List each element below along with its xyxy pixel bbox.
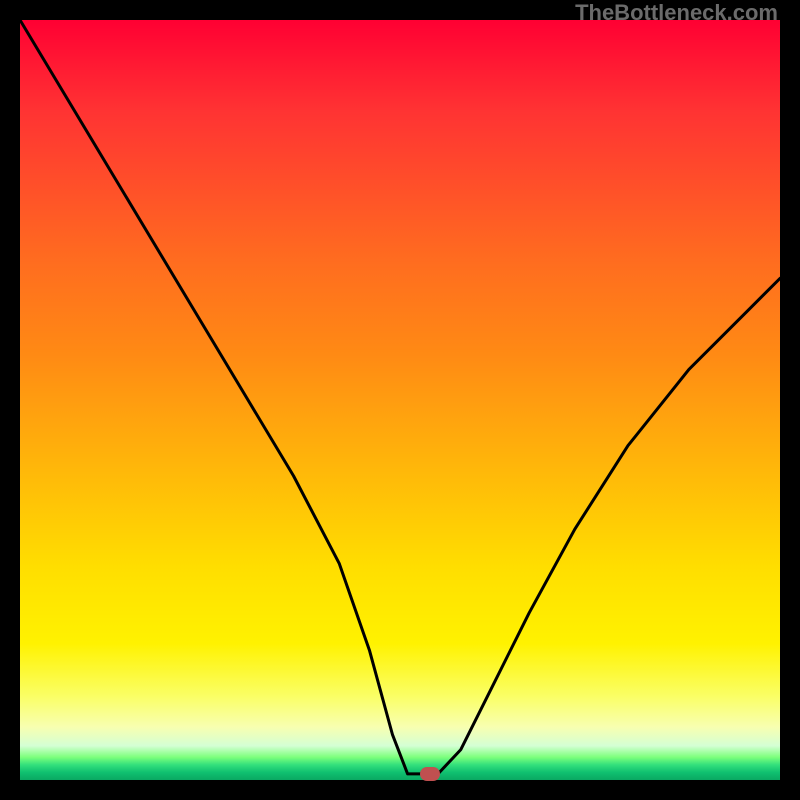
plot-area [20, 20, 780, 780]
chart-frame: TheBottleneck.com [0, 0, 800, 800]
optimum-marker [420, 767, 440, 781]
bottleneck-curve [20, 20, 780, 780]
curve-path [20, 20, 780, 774]
